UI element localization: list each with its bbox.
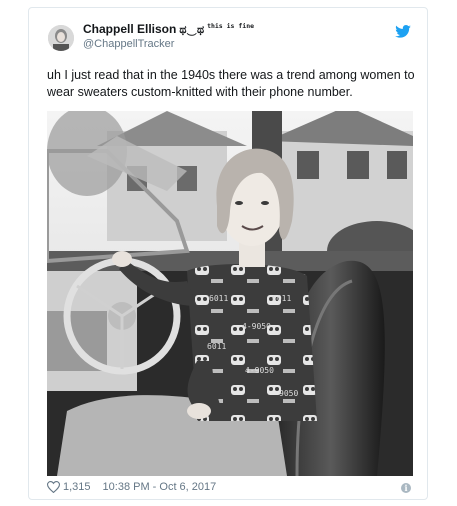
sweater-number: 6011 — [207, 342, 226, 351]
author-name-glyphs: ಥ‿ಥ — [179, 24, 205, 36]
avatar[interactable] — [48, 25, 74, 51]
heart-icon[interactable] — [47, 481, 60, 493]
tweet-timestamp[interactable]: 10:38 PM - Oct 6, 2017 — [103, 481, 217, 493]
like-count[interactable]: 1,315 — [63, 481, 91, 493]
tweet-photo[interactable]: 6011 4-9050 6011 4-9050 6011 9050 — [47, 111, 413, 476]
author-name-text: Chappell Ellison — [83, 22, 177, 36]
sweater-number: 6011 — [272, 294, 291, 303]
sweater-number: 4-9050 — [242, 322, 271, 331]
sweater-number: 6011 — [209, 294, 228, 303]
info-icon[interactable]: i — [401, 483, 411, 493]
tweet-card: Chappell Ellison ಥ‿ಥ this is fine @Chappel… — [28, 7, 428, 500]
tweet-text: uh I just read that in the 1940s there w… — [47, 68, 415, 99]
tweet-footer: 1,315 10:38 PM - Oct 6, 2017 — [47, 481, 216, 493]
twitter-bird-icon[interactable] — [395, 25, 411, 38]
author-handle[interactable]: @ChappellTracker — [83, 38, 174, 50]
sweater-number: 4-9050 — [245, 366, 274, 375]
author-name-tag: this is fine — [207, 22, 255, 30]
author-name[interactable]: Chappell Ellison ಥ‿ಥ this is fine — [83, 22, 254, 37]
sweater-number: 9050 — [279, 389, 298, 398]
